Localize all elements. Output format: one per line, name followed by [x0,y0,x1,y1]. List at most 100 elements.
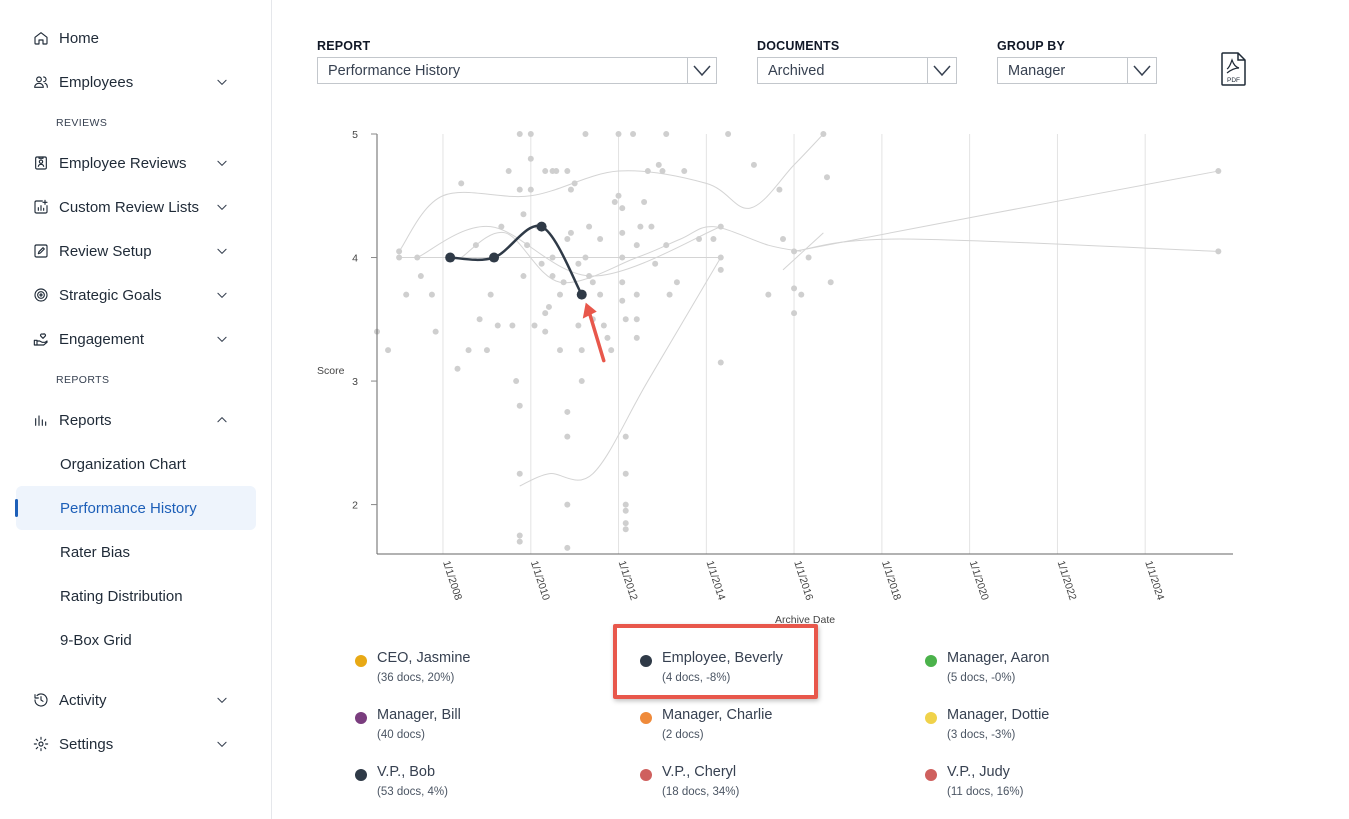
data-point [619,297,626,304]
legend-item[interactable]: V.P., Cheryl (18 docs, 34%) [640,764,870,808]
chevron-down-icon[interactable] [1127,58,1156,83]
y-tick-label: 2 [352,500,358,512]
sidebar-item-activity[interactable]: Activity [16,678,256,722]
export-pdf-button[interactable]: PDF [1220,52,1248,86]
data-point [710,236,717,242]
data-point [641,198,648,205]
legend-item[interactable]: CEO, Jasmine (36 docs, 20%) [355,650,585,694]
documents-select-value: Archived [768,62,825,79]
active-indicator [15,499,18,517]
sidebar-item-home[interactable]: Home [16,16,256,60]
group-by-select[interactable]: Manager [997,57,1157,84]
chevron-down-icon[interactable] [927,58,956,83]
data-point [717,266,724,273]
sidebar-item-employee-reviews[interactable]: Employee Reviews [16,141,256,185]
sidebar-link-rater-bias[interactable]: Rater Bias [16,530,256,574]
legend-color-dot [640,769,652,781]
data-point [652,260,659,267]
chevron-down-icon[interactable] [214,199,230,215]
data-point [527,186,534,193]
data-point [805,254,812,261]
x-tick-label: 1/1/2008 [440,559,464,602]
sidebar-item-strategic-goals[interactable]: Strategic Goals [16,273,256,317]
legend-detail: (2 docs) [662,729,704,741]
data-point [666,291,673,298]
sidebar-item-settings[interactable]: Settings [16,722,256,766]
data-point [589,279,596,286]
data-point [823,174,830,181]
data-point [542,168,549,175]
chevron-down-icon[interactable] [214,287,230,303]
data-point [564,408,571,415]
data-point [527,131,534,137]
legend-item[interactable]: Manager, Aaron (5 docs, -0%) [925,650,1155,694]
data-point [597,236,604,242]
data-point [622,526,629,533]
chevron-down-icon[interactable] [687,58,716,83]
legend-item[interactable]: V.P., Judy (11 docs, 16%) [925,764,1155,808]
sidebar-link-rating-distribution[interactable]: Rating Distribution [16,574,256,618]
x-tick-label: 1/1/2016 [791,559,815,602]
sidebar-item-reports[interactable]: Reports [16,398,256,442]
performance-history-chart: 1/1/2008 1/1/2010 1/1/2012 1/1/2014 1/1/2016… [317,129,1233,626]
trend-line [794,238,1219,252]
pdf-icon-text: PDF [1227,77,1240,84]
data-point [556,347,563,354]
legend-name: V.P., Bob [377,764,436,780]
sidebar-link-9-box-grid[interactable]: 9-Box Grid [16,618,256,662]
data-point [622,316,629,323]
group-by-label: GROUP BY [997,39,1066,53]
data-point [516,538,523,545]
chevron-down-icon[interactable] [214,155,230,171]
legend-color-dot [355,769,367,781]
data-point [780,236,787,242]
legend-item[interactable]: Employee, Beverly (4 docs, -8%) [640,650,870,694]
target-icon [32,286,50,304]
legend-item[interactable]: Manager, Dottie (3 docs, -3%) [925,707,1155,751]
data-point [827,279,834,286]
data-point [798,291,805,298]
data-point [582,254,589,261]
data-point [820,131,827,137]
data-point [791,310,798,317]
sidebar-link-label: Rating Distribution [60,587,183,605]
data-point [717,359,724,366]
data-point [659,168,666,175]
sidebar-item-label: Home [59,29,100,47]
chevron-down-icon[interactable] [214,331,230,347]
sidebar-link-performance-history[interactable]: Performance History [16,486,256,530]
sidebar-item-review-setup[interactable]: Review Setup [16,229,256,273]
chevron-down-icon[interactable] [214,243,230,259]
data-point [516,131,523,137]
data-point [385,347,392,354]
data-point [520,211,527,218]
sidebar-item-engagement[interactable]: Engagement [16,317,256,361]
data-point [542,310,549,317]
highlight-data-point [445,252,456,263]
data-point [586,273,593,280]
data-point [494,322,501,329]
y-tick-label: 5 [352,129,358,141]
x-tick-label: 1/1/2022 [1055,559,1079,602]
x-tick-label: 1/1/2012 [616,559,640,602]
chevron-down-icon[interactable] [214,74,230,90]
legend-item[interactable]: V.P., Bob (53 docs, 4%) [355,764,585,808]
legend-color-dot [925,712,937,724]
data-point [542,328,549,335]
report-select[interactable]: Performance History [317,57,717,84]
data-point [619,279,626,286]
data-point [531,322,538,329]
sidebar-link-organization-chart[interactable]: Organization Chart [16,442,256,486]
chevron-down-icon[interactable] [214,736,230,752]
data-point [644,168,651,175]
chevron-up-icon[interactable] [214,412,230,428]
chevron-down-icon[interactable] [214,692,230,708]
documents-select[interactable]: Archived [757,57,957,84]
sidebar-item-employees[interactable]: Employees [16,60,256,104]
sidebar-item-custom-review-lists[interactable]: Custom Review Lists [16,185,256,229]
data-point [622,433,629,440]
x-tick-label: 1/1/2024 [1142,559,1166,602]
sidebar: Home Employees REVIEWS Employee Reviews … [0,0,272,819]
legend-item[interactable]: Manager, Bill (40 docs) [355,707,585,751]
legend-item[interactable]: Manager, Charlie (2 docs) [640,707,870,751]
